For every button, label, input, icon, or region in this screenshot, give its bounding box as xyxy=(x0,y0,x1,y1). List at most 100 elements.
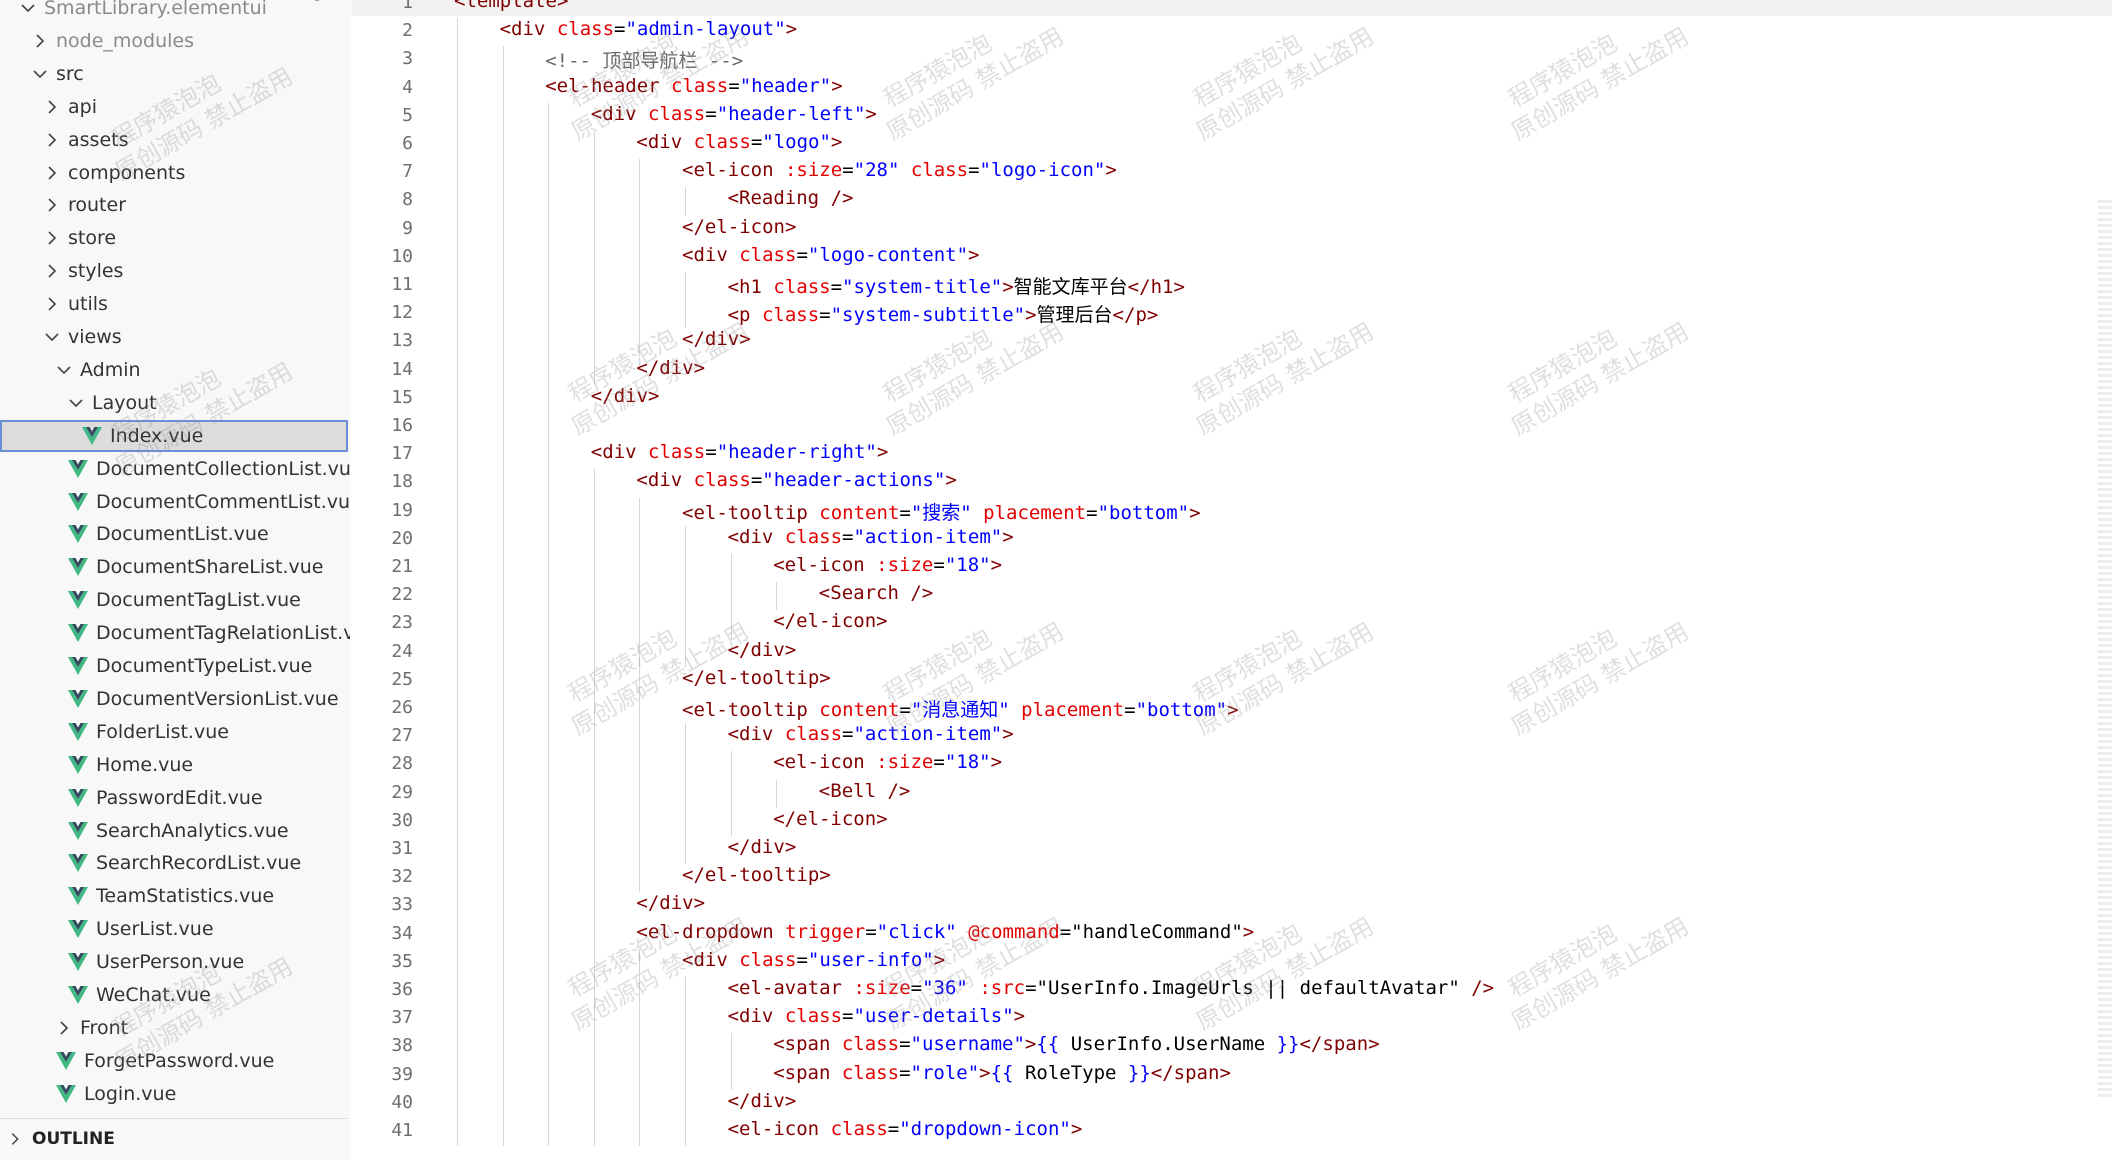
vue-file-icon xyxy=(68,525,96,544)
explorer-item[interactable]: views xyxy=(0,321,348,353)
explorer-item[interactable]: assets xyxy=(0,124,348,156)
chevron-right-icon xyxy=(42,195,62,215)
vue-file-icon xyxy=(56,1084,84,1103)
code-line[interactable]: </el-icon> xyxy=(773,808,887,836)
code-line[interactable]: <el-avatar :size="36" :src="UserInfo.Ima… xyxy=(728,977,1495,1005)
explorer-item[interactable]: UserList.vue xyxy=(0,913,348,945)
code-line[interactable]: <template> xyxy=(454,0,568,18)
code-line[interactable]: <!-- 顶部导航栏 --> xyxy=(545,46,743,74)
explorer-item[interactable]: SearchAnalytics.vue xyxy=(0,815,348,847)
code-line[interactable]: </div> xyxy=(728,836,797,864)
code-line[interactable]: <p class="system-subtitle">管理后台</p> xyxy=(728,300,1159,328)
code-token: div xyxy=(739,525,774,548)
minimap[interactable] xyxy=(2098,200,2112,1100)
explorer-item[interactable]: DocumentShareList.vue xyxy=(0,551,348,583)
code-line[interactable]: </div> xyxy=(636,892,705,920)
code-line[interactable]: <div class="logo-content"> xyxy=(682,244,980,272)
explorer-item[interactable]: node_modules xyxy=(0,25,348,57)
code-line[interactable]: </div> xyxy=(728,639,797,667)
code-line[interactable]: <el-icon :size="18"> xyxy=(773,554,1002,582)
code-line[interactable]: </div> xyxy=(591,385,660,413)
code-line[interactable]: <span class="role">{{ RoleType }}</span> xyxy=(773,1062,1231,1090)
explorer-item[interactable]: styles xyxy=(0,255,348,287)
explorer-item[interactable]: FolderList.vue xyxy=(0,716,348,748)
code-line[interactable]: <Bell /> xyxy=(819,780,911,808)
code-token: ="UserInfo.ImageUrls || defaultAvatar" xyxy=(1025,977,1472,999)
explorer-item[interactable]: ForgetPassword.vue xyxy=(0,1045,348,1077)
code-token: </ xyxy=(682,328,705,351)
watermark-line2: 原创源码 禁止盗用 xyxy=(881,317,1069,442)
code-line[interactable]: <div class="action-item"> xyxy=(728,723,1014,751)
explorer-item[interactable]: UserPerson.vue xyxy=(0,946,348,978)
code-token: </ xyxy=(1127,276,1151,298)
explorer-item[interactable]: utils xyxy=(0,288,348,320)
code-line[interactable]: <Search /> xyxy=(819,582,933,610)
code-line[interactable]: </el-tooltip> xyxy=(682,667,831,695)
explorer-item[interactable]: router xyxy=(0,189,348,221)
outline-section-header[interactable]: OUTLINE xyxy=(0,1118,348,1159)
explorer-item[interactable]: WeChat.vue xyxy=(0,979,348,1011)
code-editor[interactable]: 1 2 3 4 5 6 7 8 9 10 11 12 13 14 15 16 17 18 19 20 21 22 23 24 2… xyxy=(351,0,2112,1160)
code-line[interactable]: <div class="header-left"> xyxy=(591,103,877,131)
explorer-item[interactable]: Login.vue xyxy=(0,1078,348,1110)
code-line[interactable]: <span class="username">{{ UserInfo.UserN… xyxy=(773,1033,1379,1061)
line-number: 38 xyxy=(391,1035,413,1057)
explorer-item[interactable]: SmartLibrary.elementui xyxy=(0,0,348,24)
code-line[interactable]: <h1 class="system-title">智能文库平台</h1> xyxy=(728,272,1185,300)
code-token: > xyxy=(693,356,706,379)
explorer-item[interactable]: DocumentVersionList.vue xyxy=(0,683,348,715)
code-line[interactable]: <el-icon class="dropdown-icon"> xyxy=(728,1118,1083,1146)
explorer-item[interactable]: components xyxy=(0,157,348,189)
code-line[interactable]: </div> xyxy=(728,1090,797,1118)
code-line[interactable]: <el-icon :size="18"> xyxy=(773,751,1002,779)
explorer-item[interactable]: api xyxy=(0,91,348,123)
code-line[interactable]: <div class="logo"> xyxy=(636,131,842,159)
code-line[interactable]: <div class="admin-layout"> xyxy=(500,18,798,46)
code-token: = xyxy=(842,525,854,548)
explorer-item[interactable]: Front xyxy=(0,1012,348,1044)
code-line[interactable]: </div> xyxy=(636,357,705,385)
explorer-item[interactable]: Layout xyxy=(0,387,348,419)
explorer-item[interactable]: SearchRecordList.vue xyxy=(0,847,348,879)
explorer-item[interactable]: DocumentTagRelationList.vue xyxy=(0,617,350,649)
code-line[interactable]: </div> xyxy=(682,328,751,356)
explorer-item[interactable]: DocumentCollectionList.vue xyxy=(0,453,350,485)
explorer-item[interactable]: DocumentTypeList.vue xyxy=(0,650,348,682)
code-line[interactable]: <div class="header-actions"> xyxy=(636,469,956,497)
code-line[interactable]: <el-icon :size="28" class="logo-icon"> xyxy=(682,159,1117,187)
code-line[interactable]: <div class="user-details"> xyxy=(728,1005,1026,1033)
explorer-item[interactable]: DocumentTagList.vue xyxy=(0,584,348,616)
code-line[interactable]: <div class="user-info"> xyxy=(682,949,945,977)
code-token: class xyxy=(830,1118,888,1140)
explorer-item[interactable]: DocumentList.vue xyxy=(0,518,348,550)
code-token: span xyxy=(784,1061,831,1084)
explorer-item[interactable]: Index.vue xyxy=(0,419,348,452)
code-line[interactable]: <Reading /> xyxy=(728,187,854,215)
line-number: 20 xyxy=(391,527,413,549)
code-token: </ xyxy=(1299,1033,1323,1056)
code-line[interactable]: </el-tooltip> xyxy=(682,864,831,892)
explorer-item[interactable]: Home.vue xyxy=(0,749,348,781)
explorer-item[interactable]: store xyxy=(0,222,348,254)
code-line[interactable]: <el-dropdown trigger="click" @command="h… xyxy=(636,921,1254,949)
explorer-item[interactable]: PasswordEdit.vue xyxy=(0,782,348,814)
code-line[interactable]: <div class="header-right"> xyxy=(591,441,889,469)
explorer-item-label: DocumentShareList.vue xyxy=(96,556,324,579)
explorer-item[interactable]: TeamStatistics.vue xyxy=(0,880,348,912)
code-line[interactable]: </el-icon> xyxy=(773,610,887,638)
code-line[interactable]: <el-tooltip content="搜索" placement="bott… xyxy=(682,498,1201,526)
vue-file-icon xyxy=(68,887,96,906)
explorer-item[interactable]: src xyxy=(0,58,348,90)
code-line[interactable]: <el-tooltip content="消息通知" placement="bo… xyxy=(682,695,1239,723)
explorer-item[interactable]: DocumentCommentList.vue xyxy=(0,486,350,518)
explorer-item[interactable]: Admin xyxy=(0,354,348,386)
code-token: class xyxy=(648,441,706,464)
code-token: = xyxy=(899,1033,911,1056)
code-line[interactable]: </el-icon> xyxy=(682,216,796,244)
code-line[interactable]: <div class="action-item"> xyxy=(728,526,1014,554)
code-token: el-tooltip xyxy=(693,501,808,524)
code-line[interactable]: <el-header class="header"> xyxy=(545,75,842,103)
